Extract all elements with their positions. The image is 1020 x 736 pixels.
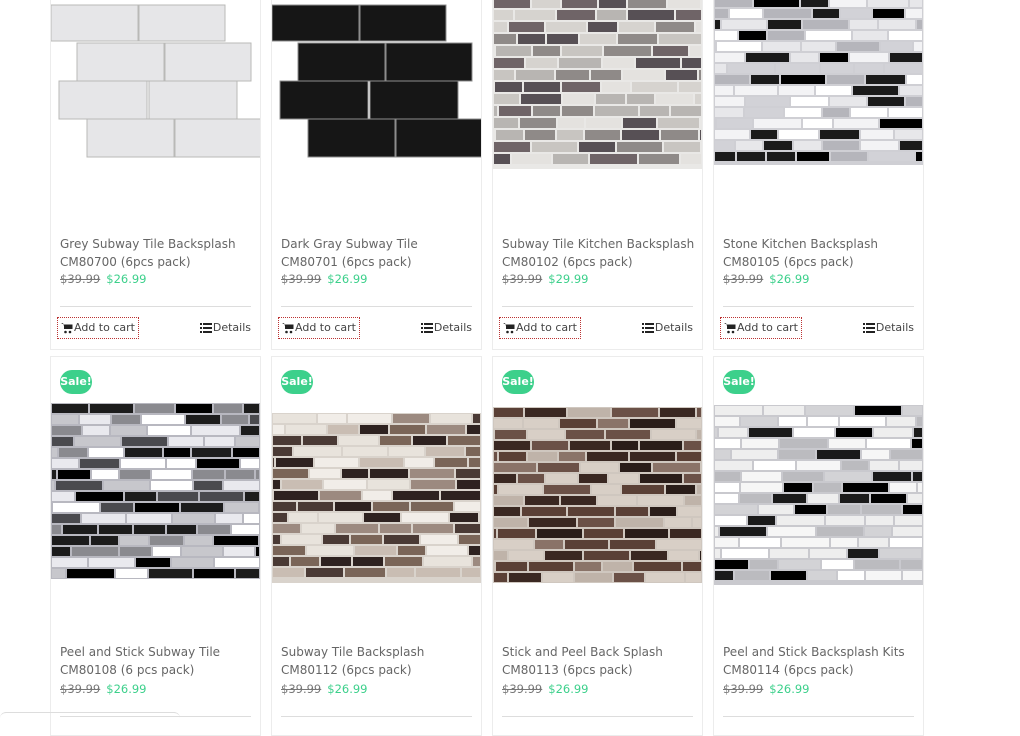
sale-price: $26.99	[327, 682, 368, 696]
add-to-cart-button[interactable]: Add to cart	[499, 317, 581, 339]
sale-price: $26.99	[327, 272, 368, 286]
product-price: $39.99 $26.99	[281, 682, 368, 696]
cart-icon	[61, 323, 73, 334]
product-card: Dark Gray Subway Tile CM80701 (6pcs pack…	[271, 0, 482, 350]
product-card: Sale! Peel and Stick Subway Tile CM80108…	[50, 356, 261, 736]
old-price: $39.99	[502, 272, 543, 286]
old-price: $39.99	[723, 682, 764, 696]
old-price: $39.99	[60, 272, 101, 286]
divider	[723, 306, 914, 307]
details-label: Details	[875, 321, 914, 334]
product-price: $39.99 $26.99	[723, 682, 810, 696]
product-title[interactable]: Peel and Stick Subway Tile CM80108 (6 pc…	[60, 643, 254, 679]
details-label: Details	[654, 321, 693, 334]
product-image[interactable]	[493, 0, 702, 217]
product-image[interactable]	[272, 357, 481, 629]
cart-icon	[282, 323, 294, 334]
add-to-cart-label: Add to cart	[74, 321, 135, 334]
product-title[interactable]: Grey Subway Tile Backsplash CM80700 (6pc…	[60, 235, 254, 271]
product-card: Sale! Peel and Stick Backsplash Kits CM8…	[713, 356, 924, 736]
product-price: $39.99 $26.99	[502, 682, 589, 696]
divider	[502, 716, 693, 717]
product-price: $39.99 $29.99	[502, 272, 589, 286]
sale-badge: Sale!	[723, 370, 755, 394]
old-price: $39.99	[281, 272, 322, 286]
product-image[interactable]	[714, 0, 923, 217]
sale-price: $26.99	[769, 272, 810, 286]
list-icon	[862, 323, 875, 333]
old-price: $39.99	[723, 272, 764, 286]
add-to-cart-label: Add to cart	[516, 321, 577, 334]
sale-price: $26.99	[548, 682, 589, 696]
cart-icon	[724, 323, 736, 334]
add-to-cart-button[interactable]: Add to cart	[57, 317, 139, 339]
divider	[723, 716, 914, 717]
list-icon	[641, 323, 654, 333]
product-image[interactable]	[51, 0, 260, 217]
divider	[281, 306, 472, 307]
old-price: $39.99	[281, 682, 322, 696]
product-title[interactable]: Stone Kitchen Backsplash CM80105 (6pcs p…	[723, 235, 917, 271]
product-image[interactable]	[51, 357, 260, 629]
details-label: Details	[212, 321, 251, 334]
product-price: $39.99 $26.99	[281, 272, 368, 286]
details-link[interactable]: Details	[641, 317, 693, 339]
old-price: $39.99	[502, 682, 543, 696]
divider	[281, 716, 472, 717]
product-image[interactable]	[493, 357, 702, 629]
product-price: $39.99 $26.99	[60, 272, 147, 286]
sale-price: $26.99	[106, 272, 147, 286]
product-image[interactable]	[714, 357, 923, 629]
divider	[60, 306, 251, 307]
product-title[interactable]: Subway Tile Kitchen Backsplash CM80102 (…	[502, 235, 696, 271]
cart-icon	[503, 323, 515, 334]
divider	[502, 306, 693, 307]
details-link[interactable]: Details	[862, 317, 914, 339]
add-to-cart-button[interactable]: Add to cart	[720, 317, 802, 339]
details-label: Details	[433, 321, 472, 334]
add-to-cart-button[interactable]: Add to cart	[278, 317, 360, 339]
old-price: $39.99	[60, 682, 101, 696]
product-card: Stone Kitchen Backsplash CM80105 (6pcs p…	[713, 0, 924, 350]
product-card: Subway Tile Kitchen Backsplash CM80102 (…	[492, 0, 703, 350]
sale-badge: Sale!	[60, 370, 92, 394]
product-title[interactable]: Subway Tile Backsplash CM80112 (6pcs pac…	[281, 643, 475, 679]
product-title[interactable]: Peel and Stick Backsplash Kits CM80114 (…	[723, 643, 917, 679]
sale-price: $29.99	[548, 272, 589, 286]
add-to-cart-label: Add to cart	[737, 321, 798, 334]
product-title[interactable]: Dark Gray Subway Tile CM80701 (6pcs pack…	[281, 235, 475, 271]
product-price: $39.99 $26.99	[723, 272, 810, 286]
product-card: Grey Subway Tile Backsplash CM80700 (6pc…	[50, 0, 261, 350]
add-to-cart-label: Add to cart	[295, 321, 356, 334]
sale-badge: Sale!	[502, 370, 534, 394]
sale-badge: Sale!	[281, 370, 313, 394]
product-card: Sale! Stick and Peel Back Splash CM80113…	[492, 356, 703, 736]
details-link[interactable]: Details	[420, 317, 472, 339]
sale-price: $26.99	[106, 682, 147, 696]
list-icon	[199, 323, 212, 333]
product-image[interactable]	[272, 0, 481, 217]
list-icon	[420, 323, 433, 333]
details-link[interactable]: Details	[199, 317, 251, 339]
product-price: $39.99 $26.99	[60, 682, 147, 696]
sale-price: $26.99	[769, 682, 810, 696]
product-card: Sale! Subway Tile Backsplash CM80112 (6p…	[271, 356, 482, 736]
product-title[interactable]: Stick and Peel Back Splash CM80113 (6pcs…	[502, 643, 696, 679]
